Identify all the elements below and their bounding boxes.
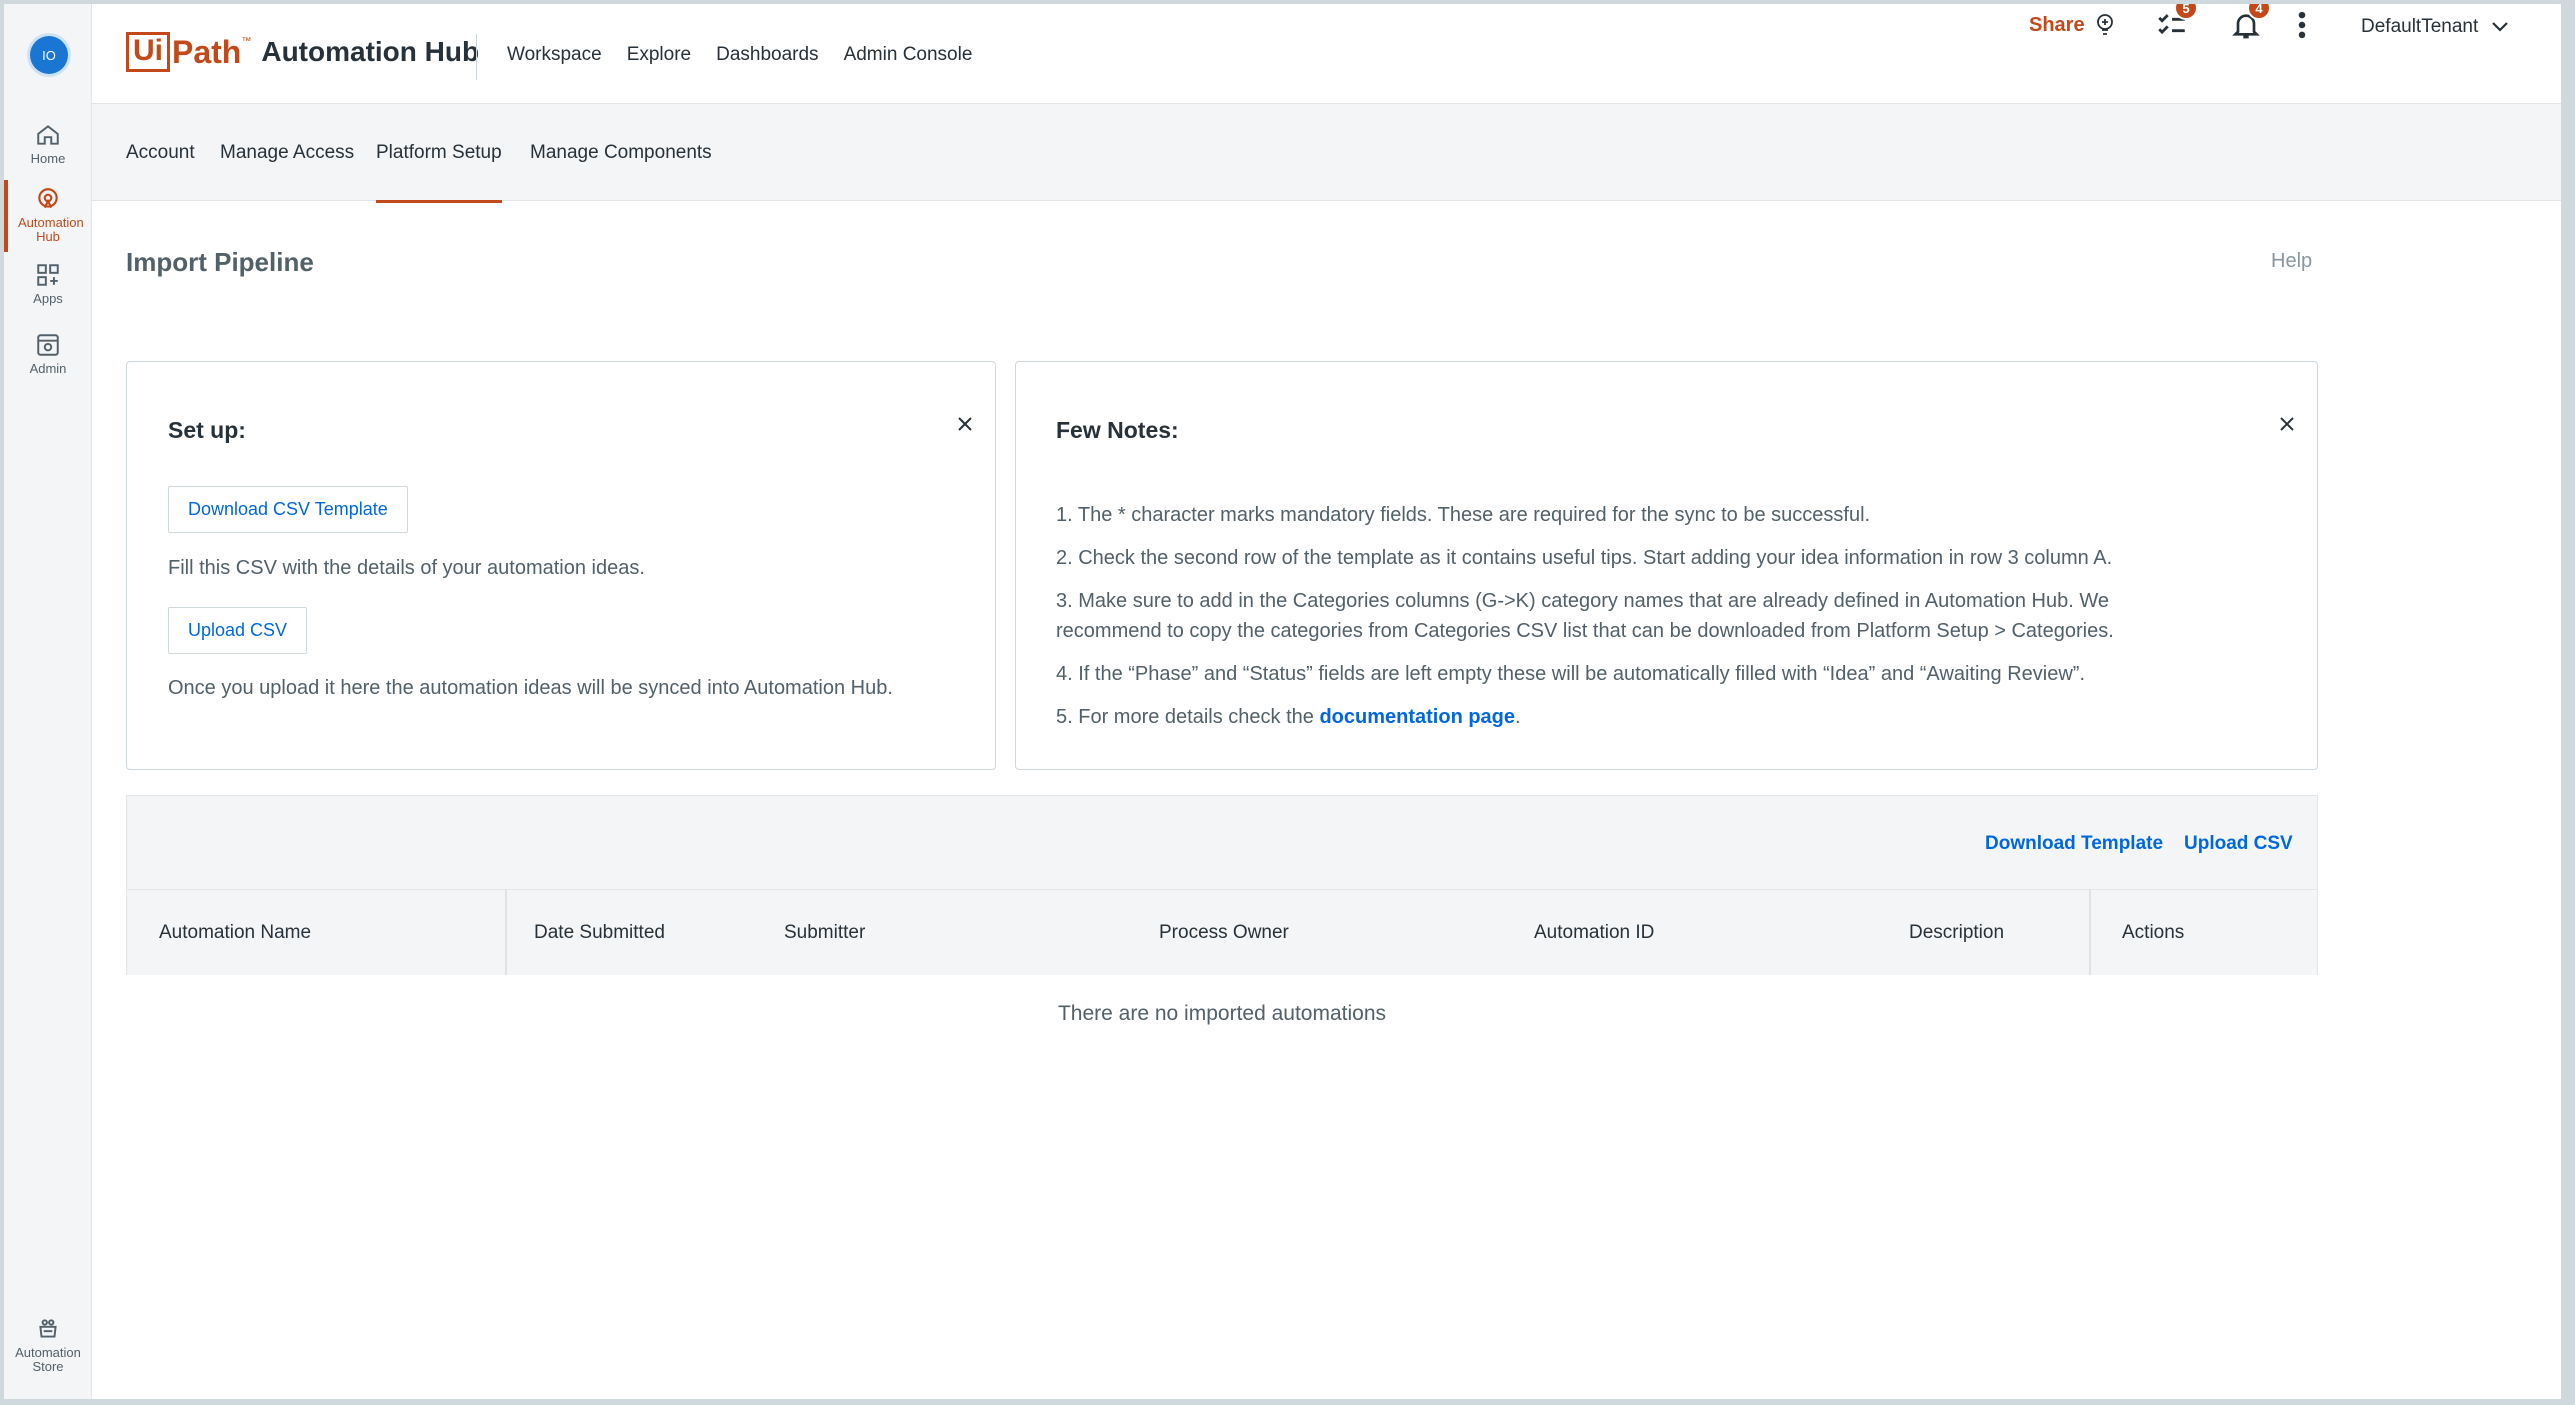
rail-item-automation-hub[interactable]: Automation Hub bbox=[4, 180, 92, 252]
notifications-count-badge: 4 bbox=[2247, 4, 2271, 20]
automation-store-icon bbox=[39, 1319, 57, 1338]
note-text: 5. For more details check the bbox=[1056, 706, 1320, 728]
note-item: 2. Check the second row of the template … bbox=[1056, 547, 2113, 569]
rail-item-label: Automation Store bbox=[15, 1345, 81, 1374]
notes-card-title: Few Notes: bbox=[1056, 417, 1179, 443]
setup-card: Set up: Download CSV Template Fill this … bbox=[126, 361, 996, 770]
notes-list: 1. The * character marks mandatory field… bbox=[1056, 500, 2196, 745]
app-window: IO Home Automation Hub Apps Admin Automa… bbox=[0, 0, 2575, 1405]
nav-workspace[interactable]: Workspace bbox=[507, 44, 602, 66]
notifications-button[interactable]: 4 bbox=[2230, 4, 2271, 48]
note-item: 1. The * character marks mandatory field… bbox=[1056, 504, 1871, 526]
tab-manage-access[interactable]: Manage Access bbox=[220, 142, 354, 164]
rail-item-label: Admin bbox=[29, 361, 67, 376]
lightbulb-icon bbox=[2096, 14, 2113, 35]
home-icon bbox=[37, 125, 59, 145]
rail-item-apps[interactable]: Apps bbox=[4, 262, 92, 306]
upload-csv-link[interactable]: Upload CSV bbox=[2184, 833, 2293, 855]
rail-item-automation-store[interactable]: Automation Store bbox=[4, 1316, 92, 1374]
column-actions: Actions bbox=[2122, 922, 2185, 943]
table-header: Automation Name Date Submitted Submitter… bbox=[127, 890, 2317, 975]
top-header: Ui Path ™ Automation Hub Workspace Explo… bbox=[92, 4, 2561, 104]
share-button[interactable]: Share bbox=[2029, 12, 2117, 38]
share-label: Share bbox=[2029, 13, 2085, 36]
note-text: . bbox=[1515, 706, 1521, 728]
note-item: 5. For more details check the documentat… bbox=[1056, 702, 2196, 732]
tasks-count-badge: 5 bbox=[2174, 4, 2198, 20]
rail-item-label: Automation Hub bbox=[18, 215, 84, 244]
download-template-link[interactable]: Download Template bbox=[1985, 833, 2163, 855]
more-menu-button[interactable] bbox=[2294, 8, 2334, 48]
page-title: Import Pipeline bbox=[126, 247, 314, 277]
tab-manage-components[interactable]: Manage Components bbox=[530, 142, 712, 164]
close-icon[interactable] bbox=[953, 412, 977, 436]
left-rail: IO Home Automation Hub Apps Admin Automa… bbox=[4, 4, 92, 1399]
imported-automations-table: Download Template Upload CSV Automation … bbox=[126, 795, 2318, 975]
column-submitter[interactable]: Submitter bbox=[784, 922, 865, 944]
header-divider bbox=[476, 34, 477, 80]
column-divider bbox=[505, 890, 507, 975]
top-nav: Workspace Explore Dashboards Admin Conso… bbox=[507, 44, 972, 66]
help-link[interactable]: Help bbox=[2271, 250, 2312, 273]
download-csv-template-button[interactable]: Download CSV Template bbox=[168, 486, 408, 533]
rail-item-home[interactable]: Home bbox=[4, 122, 92, 166]
tab-platform-setup[interactable]: Platform Setup bbox=[376, 142, 502, 203]
logo-trademark: ™ bbox=[241, 36, 252, 47]
column-automation-id[interactable]: Automation ID bbox=[1534, 922, 1654, 944]
logo-ui: Ui bbox=[126, 32, 170, 72]
empty-state-message: There are no imported automations bbox=[1057, 1002, 1386, 1025]
column-process-owner[interactable]: Process Owner bbox=[1159, 922, 1289, 944]
column-automation-name[interactable]: Automation Name bbox=[159, 922, 311, 944]
upload-csv-button[interactable]: Upload CSV bbox=[168, 607, 308, 654]
rail-item-label: Home bbox=[30, 151, 66, 166]
tasks-button[interactable]: 5 bbox=[2155, 4, 2198, 48]
setup-card-title: Set up: bbox=[168, 417, 246, 443]
column-divider bbox=[2089, 890, 2091, 975]
more-vertical-icon bbox=[2298, 11, 2306, 39]
fill-csv-text: Fill this CSV with the details of your a… bbox=[168, 557, 645, 579]
nav-explore[interactable]: Explore bbox=[627, 44, 691, 66]
column-date-submitted[interactable]: Date Submitted bbox=[534, 922, 665, 944]
tenant-name: DefaultTenant bbox=[2361, 16, 2479, 37]
avatar[interactable]: IO bbox=[30, 36, 68, 74]
notes-card: Few Notes: 1. The * character marks mand… bbox=[1015, 361, 2318, 770]
column-description[interactable]: Description bbox=[1909, 922, 2004, 944]
tenant-selector[interactable]: DefaultTenant bbox=[2361, 16, 2509, 38]
tab-account[interactable]: Account bbox=[126, 142, 195, 164]
chevron-down-icon bbox=[2492, 22, 2509, 32]
admin-subnav: Account Manage Access Platform Setup Man… bbox=[92, 104, 2561, 203]
product-name: Automation Hub bbox=[261, 36, 480, 67]
documentation-link[interactable]: documentation page bbox=[1319, 706, 1515, 728]
brand-logo[interactable]: Ui Path ™ Automation Hub bbox=[126, 32, 479, 72]
note-item: 4. If the “Phase” and “Status” fields ar… bbox=[1056, 663, 2085, 685]
rail-item-label: Apps bbox=[33, 291, 63, 306]
close-icon[interactable] bbox=[2275, 412, 2299, 436]
rail-item-admin[interactable]: Admin bbox=[4, 332, 92, 376]
admin-icon bbox=[37, 334, 59, 356]
note-item: 3. Make sure to add in the Categories co… bbox=[1056, 590, 2114, 642]
logo-path: Path bbox=[172, 33, 242, 70]
table-toolbar: Download Template Upload CSV bbox=[127, 796, 2317, 890]
apps-icon bbox=[37, 264, 59, 286]
automation-hub-icon bbox=[38, 188, 58, 209]
nav-admin-console[interactable]: Admin Console bbox=[844, 44, 973, 66]
sync-text: Once you upload it here the automation i… bbox=[168, 677, 893, 699]
nav-dashboards[interactable]: Dashboards bbox=[716, 44, 818, 66]
